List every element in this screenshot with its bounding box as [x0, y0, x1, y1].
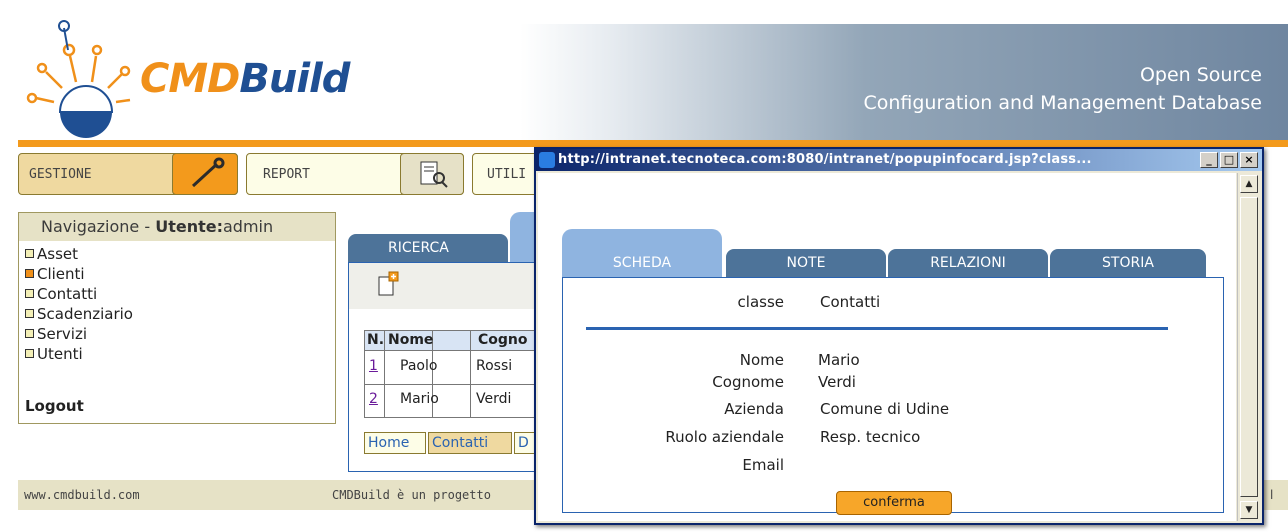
table-row-1-cognome[interactable]: Rossi [476, 358, 512, 374]
breadcrumb-next[interactable]: D [514, 432, 536, 454]
field-label-ruolo: Ruolo aziendale [665, 428, 784, 446]
tagline-description: Configuration and Management Database [863, 92, 1262, 114]
table-header-cognome: Cogno [478, 332, 528, 348]
nav-bullet-icon [25, 349, 34, 358]
nav-item-clienti[interactable]: Clienti [25, 265, 85, 283]
cmdbuild-logo-icon [26, 20, 131, 138]
cmdbuild-logo-text: CMDBuild [140, 56, 350, 102]
tab-ricerca-label: RICERCA [388, 240, 449, 256]
table-header-nome: Nome [388, 332, 434, 348]
table-row-2-number[interactable]: 2 [369, 391, 378, 407]
footer-note: CMDBuild è un progetto [332, 488, 491, 502]
nav-item-utenti[interactable]: Utenti [25, 345, 83, 363]
nav-bullet-icon [25, 329, 34, 338]
scrollbar-thumb[interactable] [1240, 197, 1258, 497]
nav-bullet-icon [25, 309, 34, 318]
navigation-title: Navigazione - Utente:admin [19, 213, 335, 241]
header-divider [18, 140, 1288, 147]
nav-item-label: Clienti [37, 265, 85, 283]
field-label-email: Email [742, 456, 784, 474]
field-value-azienda: Comune di Udine [820, 400, 950, 418]
menu-report[interactable]: REPORT [246, 153, 464, 195]
user-label: Utente: [155, 217, 223, 236]
popup-titlebar[interactable]: http://intranet.tecnoteca.com:8080/intra… [536, 149, 1262, 171]
nav-item-scadenziario[interactable]: Scadenziario [25, 305, 133, 323]
new-card-icon[interactable] [377, 271, 399, 297]
breadcrumb-home[interactable]: Home [364, 432, 426, 454]
table-row-1-number[interactable]: 1 [369, 358, 378, 374]
breadcrumb-contatti[interactable]: Contatti [428, 432, 512, 454]
field-value-cognome: Verdi [818, 373, 856, 391]
table-row-2-cognome[interactable]: Verdi [476, 391, 511, 407]
confirm-button[interactable]: conferma [836, 491, 952, 515]
popup-content: SCHEDA NOTE RELAZIONI STORIA classe Cont… [538, 173, 1236, 521]
logout-link[interactable]: Logout [25, 397, 84, 415]
tab-relazioni[interactable]: RELAZIONI [888, 249, 1048, 277]
nav-item-contatti[interactable]: Contatti [25, 285, 97, 303]
tab-storia[interactable]: STORIA [1050, 249, 1206, 277]
wrench-icon [172, 153, 238, 195]
logo-build: Build [239, 56, 350, 102]
infocard-popup-window: http://intranet.tecnoteca.com:8080/intra… [534, 147, 1264, 525]
logo-cmd: CMD [140, 56, 240, 102]
nav-bullet-icon [25, 269, 34, 278]
nav-bullet-icon [25, 289, 34, 298]
vertical-scrollbar[interactable]: ▲ ▼ [1237, 173, 1260, 521]
navigation-title-prefix: Navigazione - [41, 217, 156, 236]
field-value-ruolo: Resp. tecnico [820, 428, 921, 446]
footer-trailing: l [1270, 488, 1274, 502]
navigation-panel: Navigazione - Utente:admin Asset Clienti… [18, 212, 336, 424]
nav-item-asset[interactable]: Asset [25, 245, 78, 263]
tab-note[interactable]: NOTE [726, 249, 886, 277]
field-value-nome: Mario [818, 351, 860, 369]
maximize-button[interactable]: □ [1220, 152, 1238, 168]
table-row-2-nome[interactable]: Mario [400, 391, 439, 407]
menu-gestione[interactable]: GESTIONE [18, 153, 238, 195]
menu-utili-label: UTILI [487, 167, 527, 182]
nav-item-label: Utenti [37, 345, 83, 363]
nav-item-label: Asset [37, 245, 79, 263]
scroll-up-icon[interactable]: ▲ [1240, 175, 1258, 193]
popup-title: http://intranet.tecnoteca.com:8080/intra… [558, 152, 1092, 167]
report-icon [400, 153, 464, 195]
menu-report-label: REPORT [263, 167, 310, 182]
user-name: admin [223, 217, 274, 236]
browser-icon [539, 152, 555, 168]
scroll-down-icon[interactable]: ▼ [1240, 501, 1258, 519]
menu-gestione-label: GESTIONE [29, 167, 92, 182]
class-value: Contatti [820, 293, 881, 311]
nav-item-label: Contatti [37, 285, 98, 303]
footer-site[interactable]: www.cmdbuild.com [24, 488, 140, 502]
nav-bullet-icon [25, 249, 34, 258]
nav-item-label: Servizi [37, 325, 88, 343]
field-label-nome: Nome [739, 351, 784, 369]
tab-ricerca[interactable]: RICERCA [348, 234, 508, 262]
close-button[interactable]: × [1240, 152, 1258, 168]
nav-item-label: Scadenziario [37, 305, 133, 323]
field-label-azienda: Azienda [724, 400, 784, 418]
field-label-cognome: Cognome [712, 373, 784, 391]
tagline-open-source: Open Source [1139, 64, 1262, 86]
minimize-button[interactable]: _ [1200, 152, 1218, 168]
card-separator [586, 327, 1168, 330]
tab-scheda[interactable]: SCHEDA [562, 229, 722, 277]
nav-item-servizi[interactable]: Servizi [25, 325, 87, 343]
class-label: classe [737, 293, 784, 311]
table-row-1-nome[interactable]: Paolo [400, 358, 437, 374]
table-header-n: N. [367, 332, 385, 348]
card-panel [562, 277, 1224, 513]
